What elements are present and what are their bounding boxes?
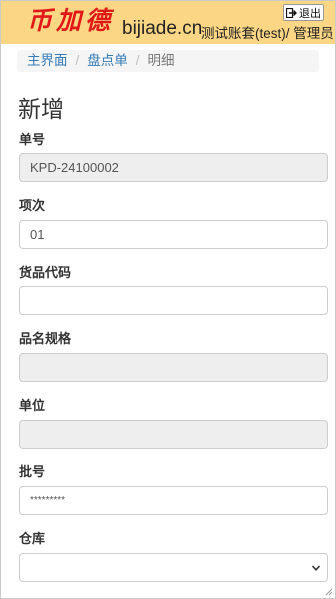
- logout-button[interactable]: 退出: [283, 4, 324, 21]
- warehouse-label: 仓库: [19, 531, 46, 546]
- app-frame: 币加德 bijiade.cn 测试账套(test)/ 管理员 退出 主界面 / 盘点…: [0, 0, 336, 599]
- logout-label: 退出: [299, 7, 321, 20]
- logo-domain: bijiade.cn: [122, 18, 203, 39]
- item-no-label: 项次: [19, 198, 46, 213]
- breadcrumb: 主界面 / 盘点单 / 明细: [17, 50, 319, 72]
- warehouse-select[interactable]: [19, 553, 328, 582]
- breadcrumb-current: 明细: [147, 53, 175, 68]
- resize-grip-icon[interactable]: [323, 586, 333, 596]
- breadcrumb-separator: /: [75, 53, 80, 68]
- breadcrumb-home[interactable]: 主界面: [27, 53, 68, 68]
- breadcrumb-inventory-count[interactable]: 盘点单: [87, 53, 128, 68]
- logo-chinese: 币加德: [27, 6, 115, 35]
- item-no-field[interactable]: [19, 220, 328, 249]
- batch-no-label: 批号: [19, 464, 46, 479]
- product-code-label: 货品代码: [19, 265, 72, 280]
- breadcrumb-separator: /: [135, 53, 140, 68]
- product-spec-field[interactable]: [19, 353, 328, 382]
- batch-no-field[interactable]: [19, 486, 328, 515]
- product-code-field[interactable]: [19, 286, 328, 315]
- order-no-field[interactable]: [19, 153, 328, 182]
- product-spec-label: 品名规格: [19, 331, 72, 346]
- order-no-label: 单号: [19, 132, 46, 147]
- page-title: 新增: [18, 96, 64, 122]
- chevron-down-icon: [311, 565, 321, 571]
- logout-icon: [286, 7, 297, 18]
- top-header: 币加德 bijiade.cn 测试账套(test)/ 管理员 退出: [1, 1, 335, 44]
- user-account-info: 测试账套(test)/ 管理员: [201, 26, 334, 41]
- unit-label: 单位: [19, 398, 46, 413]
- unit-field[interactable]: [19, 420, 328, 449]
